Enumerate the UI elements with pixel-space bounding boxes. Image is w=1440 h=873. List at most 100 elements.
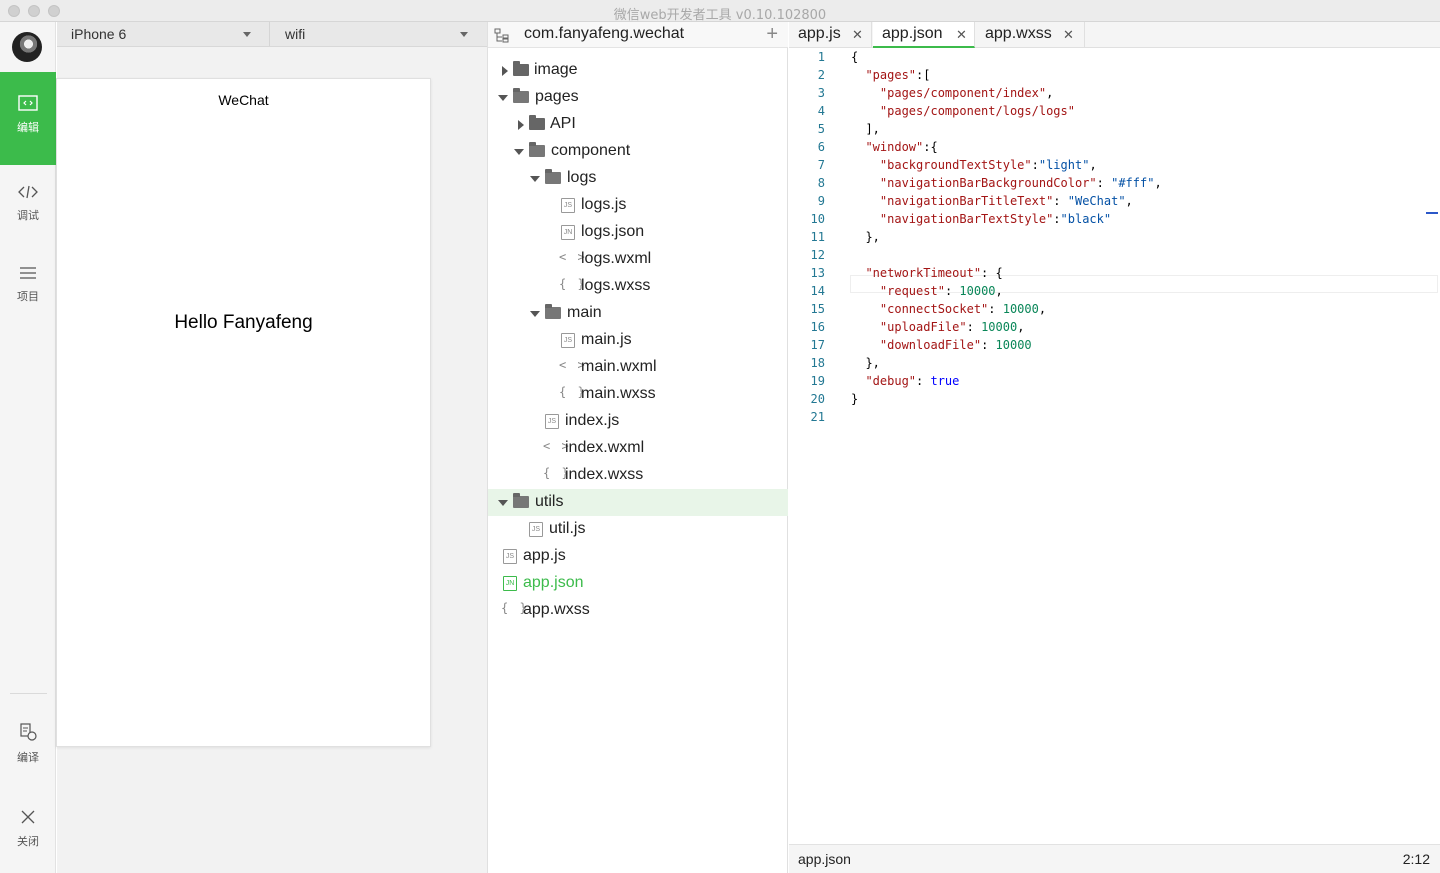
line-number: 12 <box>810 248 825 262</box>
cursor-position[interactable]: 2:12 <box>1403 851 1430 867</box>
line-number: 15 <box>810 302 825 316</box>
tree-folder-pages[interactable]: pages <box>488 84 788 111</box>
tree-file-app-js[interactable]: JS app.js <box>488 543 788 570</box>
chevron-down-icon[interactable] <box>498 95 508 101</box>
tree-file-logs-wxml[interactable]: < > logs.wxml <box>488 246 788 273</box>
network-select[interactable]: wifi <box>271 22 486 46</box>
chevron-down-icon <box>460 32 468 37</box>
chevron-down-icon <box>243 32 251 37</box>
chevron-right-icon[interactable] <box>502 66 508 76</box>
sidebar-item-label: 编辑 <box>17 121 39 134</box>
editor-tabs: app.js ✕ app.json ✕ app.wxss ✕ <box>789 22 1440 48</box>
code-brackets-icon <box>0 185 56 203</box>
code-line: "navigationBarTextStyle":"black" <box>879 212 1112 226</box>
tab-app-js[interactable]: app.js ✕ <box>789 22 872 48</box>
phone-screen[interactable]: WeChat Hello Fanyafeng <box>56 78 431 747</box>
tab-app-wxss[interactable]: app.wxss ✕ <box>976 22 1085 48</box>
json-file-icon: JN <box>503 576 517 591</box>
js-file-icon: JS <box>561 198 575 213</box>
line-number: 7 <box>817 158 825 172</box>
tree-label: component <box>551 142 631 159</box>
folder-icon <box>513 61 529 76</box>
project-tree-icon[interactable] <box>494 28 510 47</box>
tab-label: app.wxss <box>985 25 1052 42</box>
tree-file-app-json[interactable]: JN app.json <box>488 570 788 597</box>
tree-file-app-wxss[interactable]: { } app.wxss <box>488 597 788 624</box>
code-line: "downloadFile": 10000 <box>879 338 1032 352</box>
tree-file-main-js[interactable]: JS main.js <box>488 327 788 354</box>
chevron-down-icon[interactable] <box>530 176 540 182</box>
close-tab-icon[interactable]: ✕ <box>1063 27 1074 43</box>
tree-folder-main[interactable]: main <box>488 300 788 327</box>
js-file-icon: JS <box>561 333 575 348</box>
tab-app-json[interactable]: app.json ✕ <box>873 22 975 48</box>
sidebar-item-label: 编译 <box>17 751 39 764</box>
file-tree-panel: com.fanyafeng.wechat + image pages API c… <box>487 22 788 873</box>
code-line: } <box>851 392 859 406</box>
tree-folder-api[interactable]: API <box>488 111 788 138</box>
tree-file-logs-js[interactable]: JS logs.js <box>488 192 788 219</box>
tree-file-logs-wxss[interactable]: { } logs.wxss <box>488 273 788 300</box>
tree-label: main <box>567 304 602 321</box>
folder-open-icon <box>529 142 545 157</box>
tree-file-index-wxml[interactable]: < > index.wxml <box>488 435 788 462</box>
avatar[interactable] <box>12 32 42 62</box>
line-number: 1 <box>817 50 825 64</box>
sidebar-item-edit[interactable]: 编辑 <box>0 72 56 165</box>
js-file-icon: JS <box>529 522 543 537</box>
line-number: 2 <box>817 68 825 82</box>
line-number: 14 <box>810 284 825 298</box>
sidebar-item-compile[interactable]: 编译 <box>0 723 56 783</box>
sidebar-item-debug[interactable]: 调试 <box>0 185 56 245</box>
sidebar-divider <box>10 693 47 694</box>
json-file-icon: JN <box>561 225 575 240</box>
tree-label: pages <box>535 88 579 105</box>
line-number: 9 <box>817 194 825 208</box>
window-title: 微信web开发者工具 v0.10.102800 <box>613 8 827 23</box>
tree-file-main-wxss[interactable]: { } main.wxss <box>488 381 788 408</box>
code-line: "window":{ <box>865 140 938 154</box>
device-select-value: iPhone 6 <box>71 26 127 42</box>
line-number: 6 <box>817 140 825 154</box>
sidebar-item-close[interactable]: 关闭 <box>0 809 56 869</box>
status-bar: app.json 2:12 <box>789 844 1440 873</box>
line-number: 20 <box>810 392 825 406</box>
code-line: "navigationBarBackgroundColor": "#fff", <box>879 176 1162 190</box>
device-select[interactable]: iPhone 6 <box>57 22 270 46</box>
tree-file-logs-json[interactable]: JN logs.json <box>488 219 788 246</box>
close-icon <box>0 809 56 829</box>
close-tab-icon[interactable]: ✕ <box>852 27 863 43</box>
sidebar-item-label: 调试 <box>17 209 39 222</box>
code-line: }, <box>851 230 880 244</box>
code-line: "networkTimeout": { <box>865 266 1003 280</box>
tree-label: main.wxss <box>581 385 656 402</box>
tree-folder-component[interactable]: component <box>488 138 788 165</box>
line-number: 19 <box>810 374 825 388</box>
add-file-icon[interactable]: + <box>766 23 778 46</box>
tree-folder-logs[interactable]: logs <box>488 165 788 192</box>
sidebar-item-project[interactable]: 项目 <box>0 266 56 326</box>
overview-ruler-mark <box>1426 212 1438 214</box>
folder-open-icon <box>513 88 529 103</box>
folder-icon <box>529 115 545 130</box>
tree-folder-utils[interactable]: utils <box>488 489 788 516</box>
tree-file-main-wxml[interactable]: < > main.wxml <box>488 354 788 381</box>
project-name: com.fanyafeng.wechat <box>524 25 685 42</box>
line-number: 18 <box>810 356 825 370</box>
tree-label: logs.json <box>581 223 645 240</box>
chevron-down-icon[interactable] <box>530 311 540 317</box>
tree-file-util-js[interactable]: JS util.js <box>488 516 788 543</box>
chevron-down-icon[interactable] <box>514 149 524 155</box>
menu-lines-icon <box>0 266 56 284</box>
tree-label: index.wxss <box>565 466 644 483</box>
chevron-right-icon[interactable] <box>518 120 524 130</box>
tree-folder-image[interactable]: image <box>488 57 788 84</box>
tree-label: main.wxml <box>581 358 657 375</box>
tree-file-index-wxss[interactable]: { } index.wxss <box>488 462 788 489</box>
code-line: "pages/component/index", <box>879 86 1054 100</box>
code-line: "backgroundTextStyle":"light", <box>879 158 1097 172</box>
code-area[interactable]: 1 { 2 "pages":[ 3 "pages/component/index"… <box>789 50 1440 840</box>
close-tab-icon[interactable]: ✕ <box>956 27 967 43</box>
tree-file-index-js[interactable]: JS index.js <box>488 408 788 435</box>
chevron-down-icon[interactable] <box>498 500 508 506</box>
